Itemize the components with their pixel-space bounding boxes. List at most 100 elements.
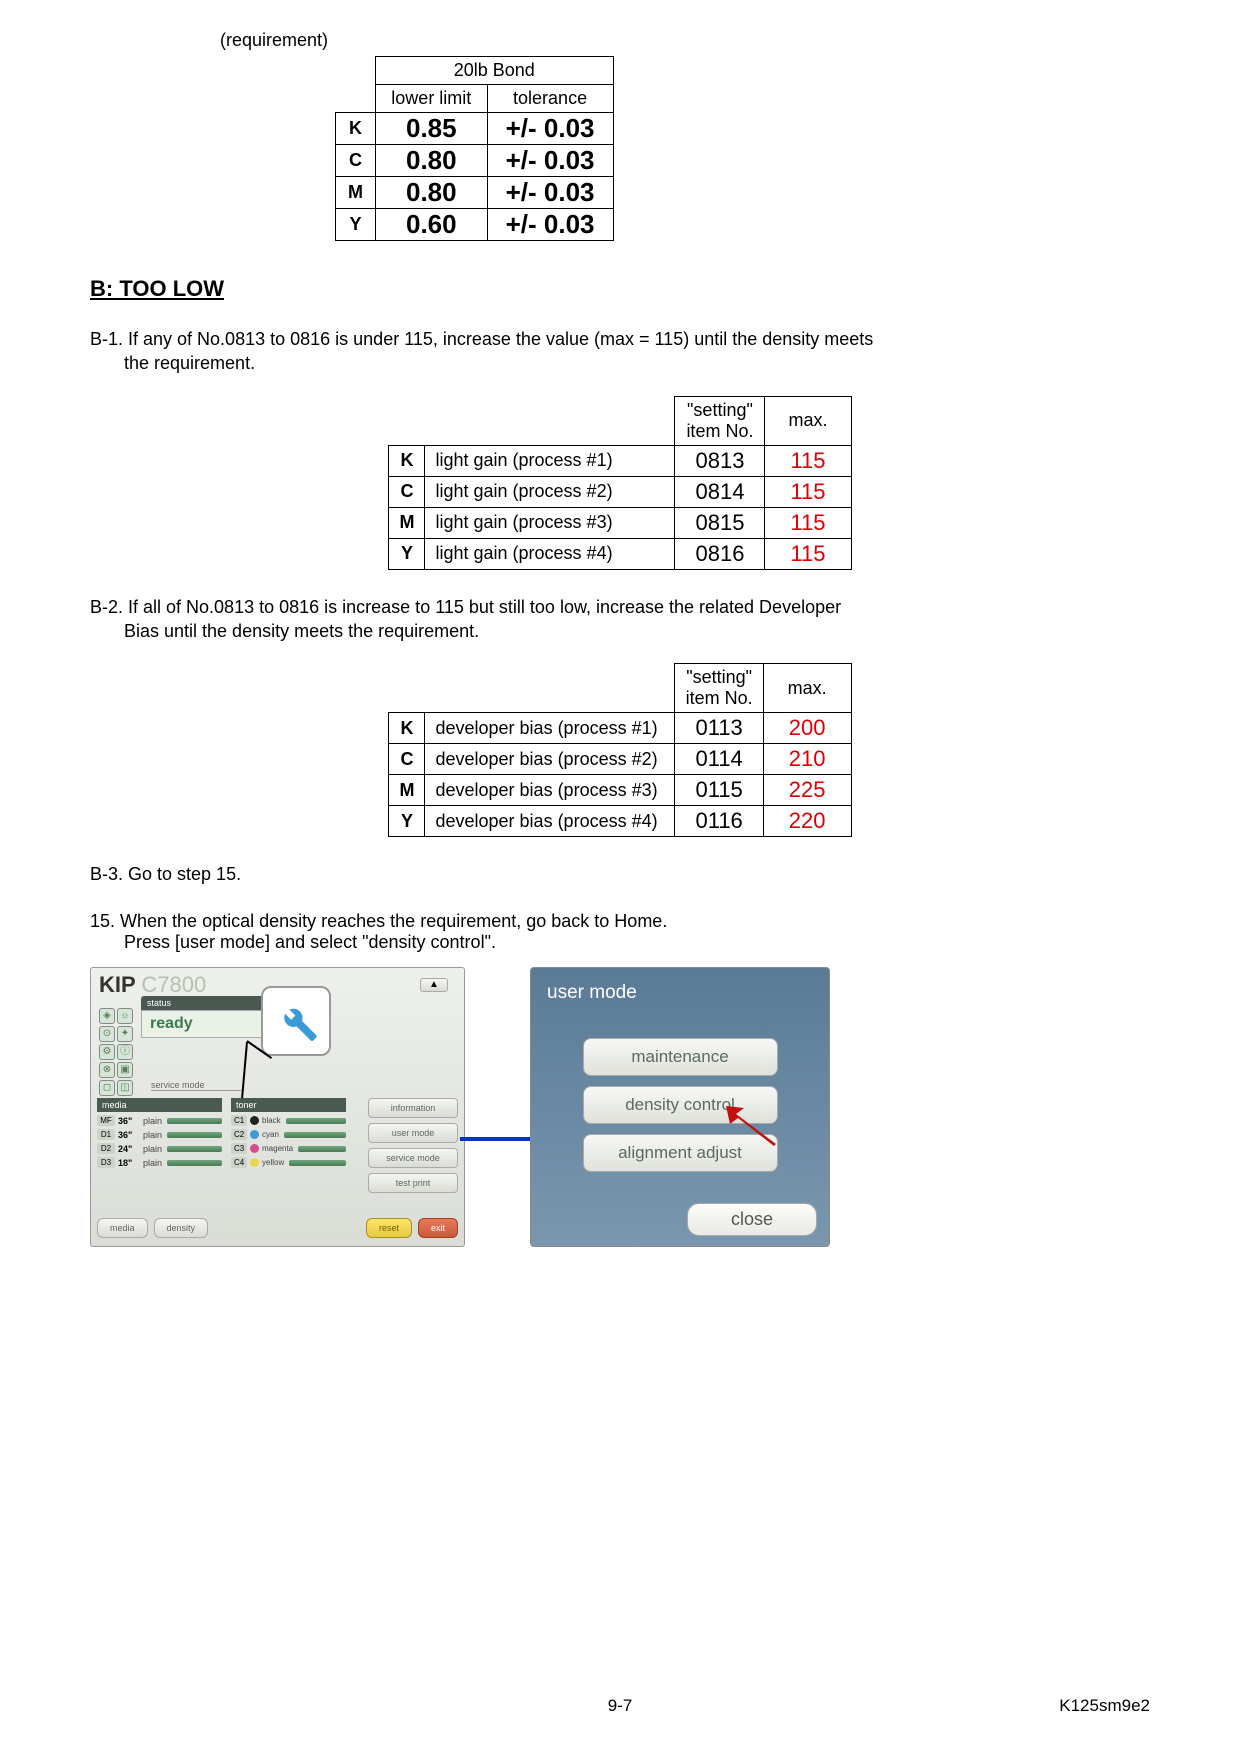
- req-c-tol: +/- 0.03: [487, 145, 613, 177]
- bottom-left-buttons: media density: [97, 1218, 208, 1238]
- toner-dot-icon: [250, 1158, 259, 1167]
- exit-button[interactable]: exit: [418, 1218, 458, 1238]
- lg-max-3: 115: [765, 538, 851, 569]
- toner-bar: [298, 1146, 346, 1152]
- media-title: media: [97, 1098, 222, 1112]
- lg-num-3: 0816: [675, 538, 765, 569]
- media-row: D136"plain: [97, 1129, 222, 1140]
- media-row: D224"plain: [97, 1143, 222, 1154]
- b3-paragraph: B-3. Go to step 15.: [90, 862, 1150, 886]
- test-print-button[interactable]: test print: [368, 1173, 458, 1193]
- step15-line1: 15. When the optical density reaches the…: [90, 911, 667, 931]
- media-bar: [167, 1118, 222, 1124]
- media-size: 36": [118, 1116, 140, 1126]
- req-row-y: Y: [336, 209, 376, 241]
- status-icon: ◈: [99, 1008, 115, 1024]
- lg-desc-2: light gain (process #3): [425, 507, 675, 538]
- toner-name: cyan: [262, 1130, 279, 1139]
- media-type: plain: [143, 1130, 162, 1140]
- col-max-2: max.: [763, 664, 851, 713]
- media-bar: [167, 1146, 222, 1152]
- db-desc-2: developer bias (process #3): [425, 775, 675, 806]
- media-row: MF36"plain: [97, 1115, 222, 1126]
- db-max-2: 225: [763, 775, 851, 806]
- status-icon: ☼: [117, 1008, 133, 1024]
- toner-row: C2cyan: [231, 1129, 346, 1140]
- user-mode-button[interactable]: user mode: [368, 1123, 458, 1143]
- col-setting-2: "setting"item No.: [675, 664, 763, 713]
- db-num-0: 0113: [675, 713, 763, 744]
- media-type: plain: [143, 1116, 162, 1126]
- toner-name: black: [262, 1116, 281, 1125]
- toner-slot: C3: [231, 1143, 247, 1154]
- toner-row: C1 black: [231, 1115, 346, 1126]
- toner-title: toner: [231, 1098, 346, 1112]
- media-slot: D2: [97, 1143, 115, 1154]
- b1-line1: B-1. If any of No.0813 to 0816 is under …: [90, 329, 873, 349]
- db-row-m: M: [389, 775, 425, 806]
- developer-bias-table: "setting"item No. max. Kdeveloper bias (…: [388, 663, 851, 837]
- lg-row-y: Y: [389, 538, 425, 569]
- b2-line1: B-2. If all of No.0813 to 0816 is increa…: [90, 597, 841, 617]
- callout-line: [241, 1042, 248, 1102]
- status-icon: ▣: [117, 1062, 133, 1078]
- bottom-right-buttons: reset exit: [366, 1218, 458, 1238]
- media-button[interactable]: media: [97, 1218, 148, 1238]
- req-y-tol: +/- 0.03: [487, 209, 613, 241]
- db-row-c: C: [389, 744, 425, 775]
- maintenance-button[interactable]: maintenance: [583, 1038, 778, 1076]
- col-setting: "setting"item No.: [675, 396, 765, 445]
- red-arrow-icon: [726, 1106, 781, 1128]
- status-icon: ⓘ: [117, 1044, 133, 1060]
- reset-button[interactable]: reset: [366, 1218, 412, 1238]
- b2-paragraph: B-2. If all of No.0813 to 0816 is increa…: [90, 595, 1150, 644]
- req-group-header: 20lb Bond: [376, 57, 614, 85]
- media-bar: [167, 1160, 222, 1166]
- service-mode-label: service mode: [151, 1080, 241, 1091]
- status-icon: ⊙: [99, 1026, 115, 1042]
- media-slot: D3: [97, 1157, 115, 1168]
- status-icon: ⊗: [99, 1062, 115, 1078]
- req-k-tol: +/- 0.03: [487, 113, 613, 145]
- req-row-c: C: [336, 145, 376, 177]
- user-mode-screen: user mode maintenancedensity controlalig…: [530, 967, 830, 1247]
- toner-bar: [289, 1160, 346, 1166]
- lg-row-c: C: [389, 476, 425, 507]
- db-num-3: 0116: [675, 806, 763, 837]
- media-slot: MF: [97, 1115, 115, 1126]
- toner-dot-icon: [250, 1130, 259, 1139]
- req-row-k: K: [336, 113, 376, 145]
- db-num-2: 0115: [675, 775, 763, 806]
- requirement-table: 20lb Bond lower limit tolerance K0.85+/-…: [335, 56, 614, 241]
- step-15: 15. When the optical density reaches the…: [90, 911, 1150, 953]
- lg-max-0: 115: [765, 445, 851, 476]
- toner-slot: C1: [231, 1115, 247, 1126]
- media-type: plain: [143, 1144, 162, 1154]
- media-size: 24": [118, 1144, 140, 1154]
- media-slot: D1: [97, 1129, 115, 1140]
- lg-num-1: 0814: [675, 476, 765, 507]
- toner-dot-icon: [250, 1144, 259, 1153]
- service-mode-button[interactable]: service mode: [368, 1148, 458, 1168]
- lg-desc-0: light gain (process #1): [425, 445, 675, 476]
- req-col-lowerlimit: lower limit: [376, 85, 488, 113]
- light-gain-table: "setting"item No. max. Klight gain (proc…: [388, 396, 851, 570]
- media-size: 36": [118, 1130, 140, 1140]
- page-footer: 9-7 K125sm9e2: [90, 1696, 1150, 1716]
- document-id: K125sm9e2: [1059, 1696, 1150, 1716]
- user-mode-title: user mode: [541, 978, 819, 1008]
- lg-desc-1: light gain (process #2): [425, 476, 675, 507]
- toner-bar: [284, 1132, 346, 1138]
- status-icon: ✦: [117, 1026, 133, 1042]
- lg-num-2: 0815: [675, 507, 765, 538]
- close-button[interactable]: close: [687, 1203, 817, 1236]
- status-icon: ◻: [99, 1080, 115, 1096]
- db-row-y: Y: [389, 806, 425, 837]
- db-desc-1: developer bias (process #2): [425, 744, 675, 775]
- information-button[interactable]: information: [368, 1098, 458, 1118]
- toner-name: yellow: [262, 1158, 284, 1167]
- media-type: plain: [143, 1158, 162, 1168]
- density-button[interactable]: density: [154, 1218, 209, 1238]
- scroll-up-button[interactable]: ▲: [420, 978, 448, 992]
- user-mode-buttons: maintenancedensity controlalignment adju…: [541, 1038, 819, 1172]
